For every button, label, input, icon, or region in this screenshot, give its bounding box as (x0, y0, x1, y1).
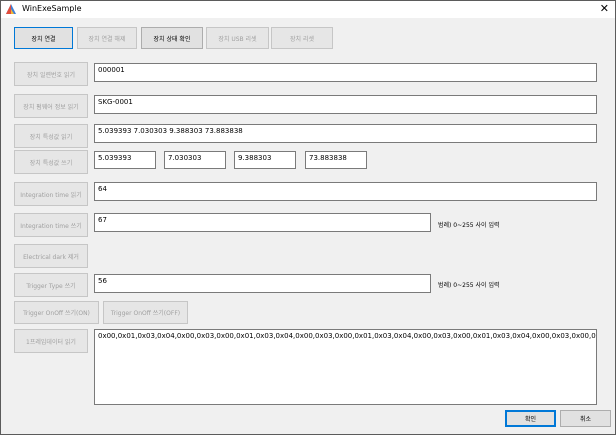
integration-time-hint: 범례) 0~255 사이 입력 (438, 222, 500, 229)
characteristic-input-4[interactable]: 73.883838 (305, 151, 367, 169)
characteristic-input-3[interactable]: 9.388303 (234, 151, 296, 169)
read-firmware-button[interactable]: 장치 펌웨어 정보 읽기 (14, 94, 88, 118)
connect-button[interactable]: 장치 연결 (14, 27, 73, 49)
read-serial-button[interactable]: 장치 일련번호 읽기 (14, 62, 88, 86)
cancel-button[interactable]: 취소 (560, 410, 611, 427)
disconnect-button[interactable]: 장치 연결 해제 (77, 27, 137, 49)
integration-time-write-field[interactable]: 67 (94, 213, 431, 232)
trigger-off-button[interactable]: Trigger OnOff 쓰기(OFF) (103, 301, 188, 324)
read-frame-data-button[interactable]: 1프레임데이터 읽기 (14, 329, 88, 353)
device-reset-button[interactable]: 장치 리셋 (271, 27, 333, 49)
electrical-dark-button[interactable]: Electrical dark 제거 (14, 244, 88, 268)
ok-button[interactable]: 확인 (505, 410, 556, 427)
window-title: WinExeSample (22, 4, 82, 13)
firmware-field[interactable]: SKG-0001 (94, 95, 597, 114)
characteristic-input-2[interactable]: 7.030303 (164, 151, 226, 169)
close-icon[interactable]: ✕ (600, 2, 609, 15)
trigger-on-button[interactable]: Trigger OnOff 쓰기(ON) (14, 301, 99, 324)
status-check-button[interactable]: 장치 상태 확인 (141, 27, 203, 49)
app-icon (6, 4, 16, 14)
write-trigger-type-button[interactable]: Trigger Type 쓰기 (14, 273, 88, 297)
write-characteristics-button[interactable]: 장치 특성값 쓰기 (14, 150, 88, 174)
usb-reset-button[interactable]: 장치 USB 리셋 (206, 27, 269, 49)
main-window: WinExeSample ✕ 장치 연결 장치 연결 해제 장치 상태 확인 장… (0, 0, 616, 435)
characteristics-field[interactable]: 5.039393 7.030303 9.388303 73.883838 (94, 124, 597, 143)
trigger-type-field[interactable]: 56 (94, 274, 431, 293)
characteristic-input-1[interactable]: 5.039393 (94, 151, 156, 169)
read-characteristics-button[interactable]: 장치 특성값 읽기 (14, 124, 88, 148)
write-integration-time-button[interactable]: Integration time 쓰기 (14, 213, 88, 237)
title-bar: WinExeSample ✕ (1, 1, 615, 18)
read-integration-time-button[interactable]: Integration time 읽기 (14, 182, 88, 206)
trigger-type-hint: 범례) 0~255 사이 입력 (438, 282, 500, 289)
serial-field[interactable]: 000001 (94, 63, 597, 82)
frame-data-field[interactable]: 0x00,0x01,0x03,0x04,0x00,0x03,0x00,0x01,… (94, 329, 597, 405)
integration-time-read-field[interactable]: 64 (94, 182, 597, 201)
